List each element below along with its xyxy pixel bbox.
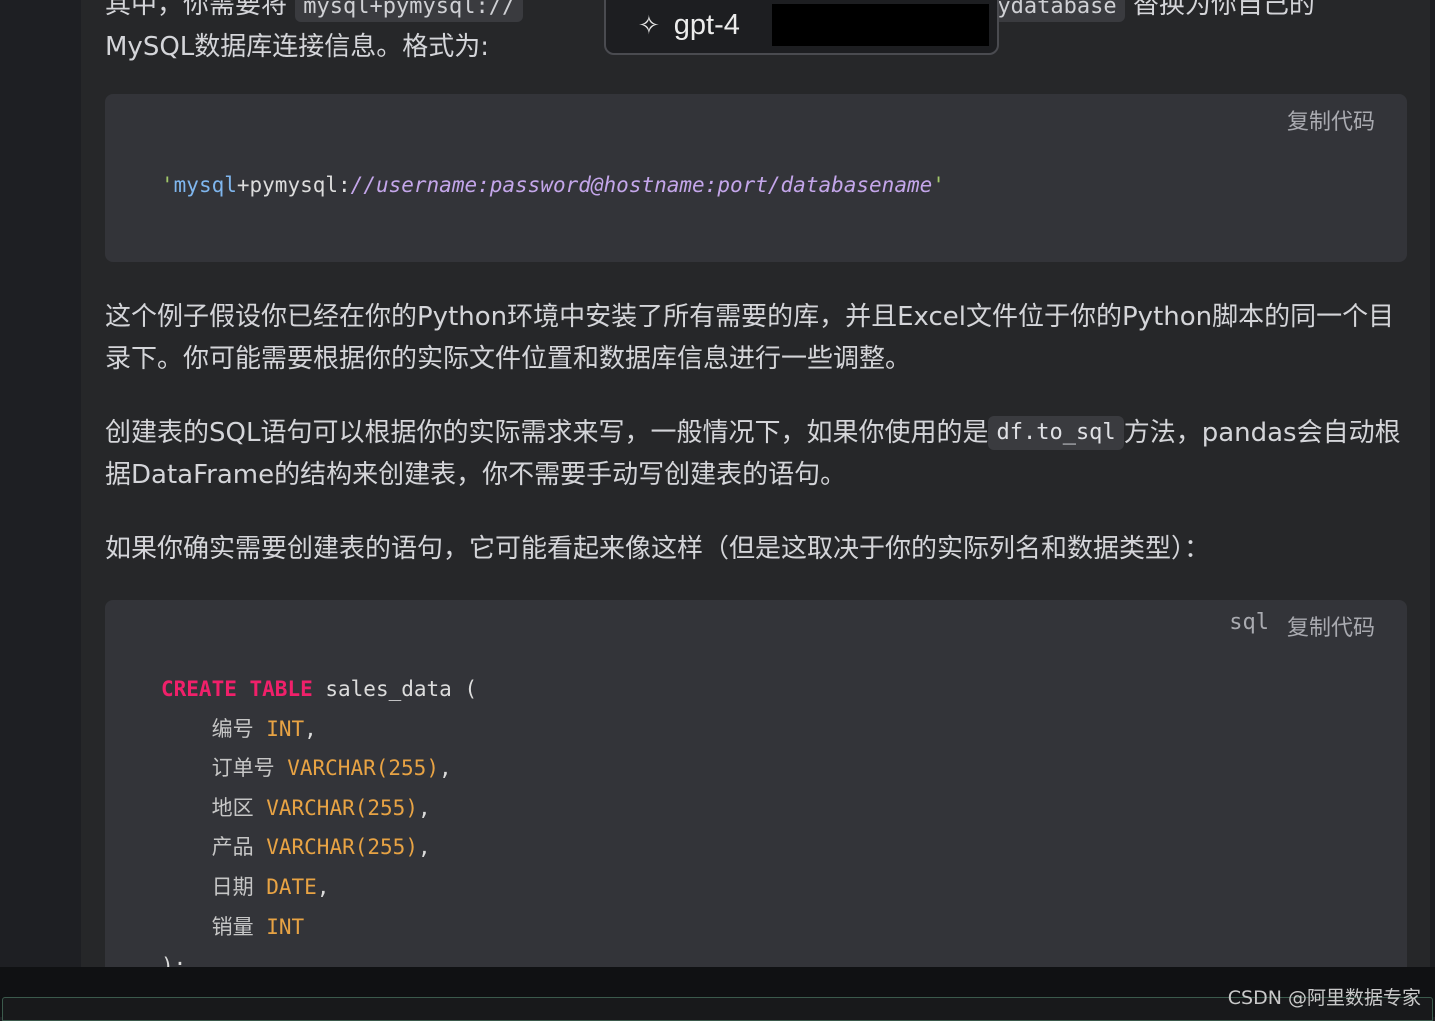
sql-column-line: 编号 INT, <box>211 716 317 741</box>
code-content: 'mysql+pymysql://username:password@hostn… <box>161 173 945 197</box>
sql-column-line: 地区 VARCHAR(255), <box>211 795 431 820</box>
inline-code-to-sql: df.to_sql <box>988 416 1124 450</box>
redacted-area <box>772 4 989 46</box>
model-name: gpt-4 <box>673 9 740 41</box>
sql-column-line: 日期 DATE, <box>211 874 330 899</box>
left-sidebar <box>0 0 81 967</box>
code-language-label: sql <box>1229 610 1269 635</box>
copy-code-button[interactable]: 复制代码 <box>1287 104 1375 136</box>
inline-code-connection: mysql+pymysql:// <box>295 0 524 22</box>
code-block-sql: sql 复制代码 CREATE TABLE sales_data ( 编号 IN… <box>105 600 1407 967</box>
code-content: CREATE TABLE sales_data ( 编号 INT, 订单号 VA… <box>161 677 478 967</box>
paragraph-create-table-note: 创建表的SQL语句可以根据你的实际需求来写，一般情况下，如果你使用的是 df.to… <box>105 416 1401 490</box>
model-badge[interactable]: ✧ gpt-4 <box>604 0 999 55</box>
paragraph-library-note: 这个例子假设你已经在你的Python环境中安装了所有需要的库，并且Excel文件… <box>105 302 1395 374</box>
paragraph-sql-intro: 如果你确实需要创建表的语句，它可能看起来像这样（但是这取决于你的实际列名和数据类… <box>105 534 1211 564</box>
sql-column-line: 订单号 VARCHAR(255), <box>211 756 452 781</box>
sql-column-line: 产品 VARCHAR(255), <box>211 835 431 860</box>
sparkle-icon: ✧ <box>638 10 660 41</box>
copy-code-button[interactable]: 复制代码 <box>1287 610 1375 642</box>
code-block-connection-string: 复制代码 'mysql+pymysql://username:password@… <box>105 94 1407 262</box>
chat-message-panel: 其中，你需要将 mysql+pymysql://306/mydatabase 替… <box>81 0 1430 967</box>
watermark: CSDN @阿里数据专家 <box>1227 987 1421 1009</box>
message-input[interactable] <box>2 997 1433 1021</box>
sql-column-line: 销量 INT <box>211 914 305 939</box>
